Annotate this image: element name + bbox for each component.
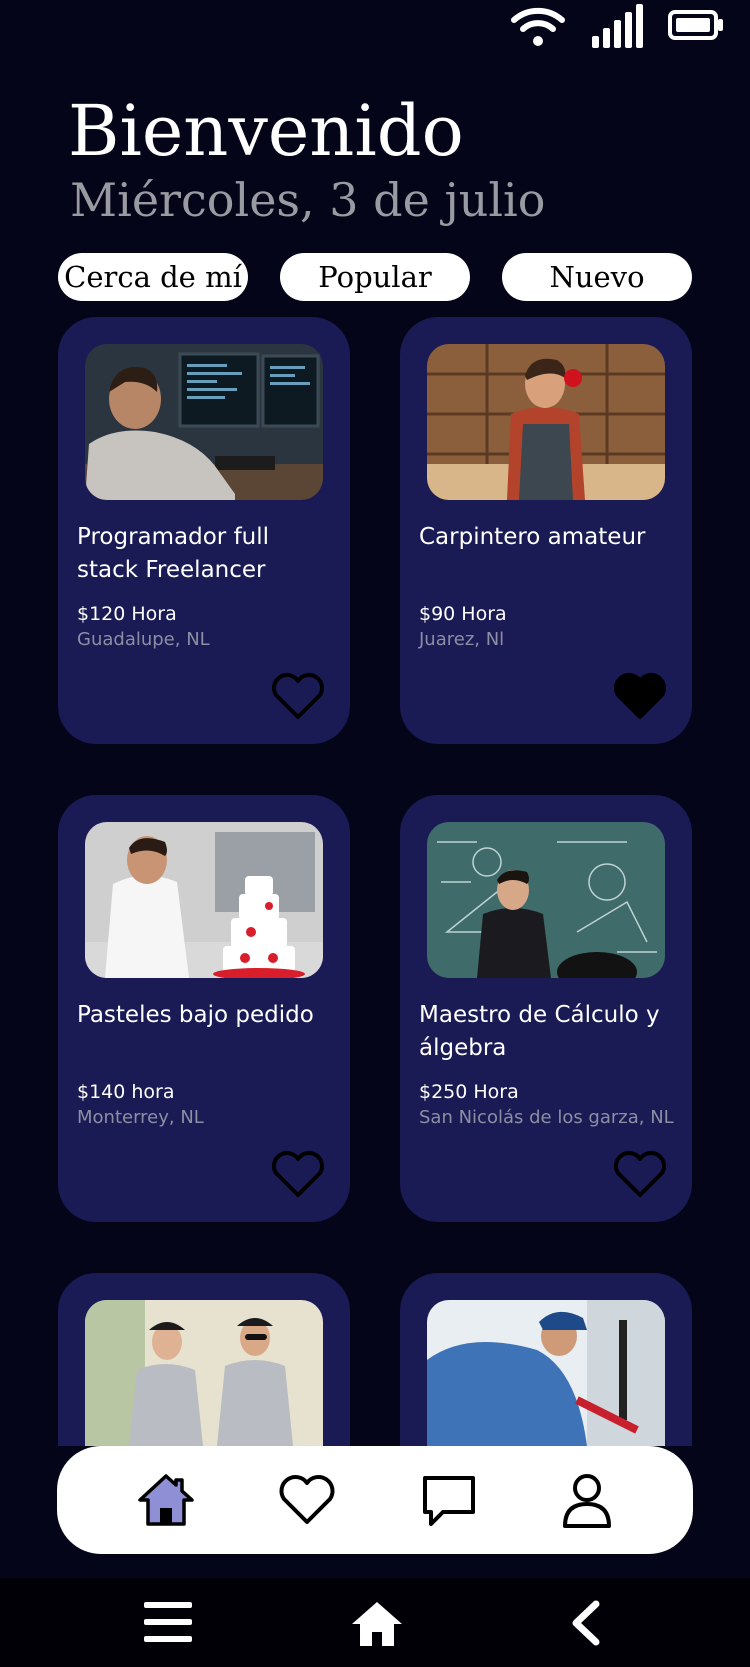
- service-card[interactable]: [400, 1273, 692, 1446]
- service-card[interactable]: [58, 1273, 350, 1446]
- heart-outline-icon[interactable]: [270, 671, 326, 721]
- filter-near-me-button[interactable]: Cerca de mí: [58, 253, 248, 301]
- card-location: Monterrey, NL: [77, 1107, 204, 1128]
- home-icon[interactable]: [350, 1600, 404, 1648]
- heart-filled-icon[interactable]: [612, 671, 668, 721]
- profile-icon[interactable]: [557, 1472, 617, 1528]
- card-price: $140 hora: [77, 1081, 175, 1103]
- service-card[interactable]: Maestro de Cálculo y álgebra $250 Hora S…: [400, 795, 692, 1222]
- home-icon[interactable]: [136, 1472, 196, 1528]
- service-photo: [85, 822, 323, 978]
- bottom-tab-bar: [57, 1446, 693, 1554]
- service-card[interactable]: Pasteles bajo pedido $140 hora Monterrey…: [58, 795, 350, 1222]
- service-photo: [427, 1300, 665, 1446]
- heart-outline-icon[interactable]: [612, 1149, 668, 1199]
- page-title: Bienvenido: [68, 90, 464, 172]
- card-title: Pasteles bajo pedido: [77, 1002, 314, 1028]
- back-icon[interactable]: [570, 1600, 600, 1646]
- system-nav-bar: [0, 1578, 750, 1667]
- chat-icon[interactable]: [419, 1472, 479, 1528]
- card-location: Juarez, Nl: [419, 629, 505, 650]
- service-photo: [427, 344, 665, 500]
- card-location: San Nicolás de los garza, NL: [419, 1107, 674, 1128]
- card-price: $120 Hora: [77, 603, 177, 625]
- status-bar: [0, 0, 750, 60]
- service-card[interactable]: Programador full stack Freelancer $120 H…: [58, 317, 350, 744]
- menu-icon[interactable]: [144, 1600, 192, 1644]
- card-title: Maestro de Cálculo y álgebra: [419, 1002, 660, 1061]
- filter-popular-button[interactable]: Popular: [280, 253, 470, 301]
- battery-icon: [668, 10, 723, 40]
- service-photo: [427, 822, 665, 978]
- date-subtitle: Miércoles, 3 de julio: [70, 173, 546, 227]
- card-title: Programador full stack Freelancer: [77, 524, 270, 583]
- service-card[interactable]: Carpintero amateur $90 Hora Juarez, Nl: [400, 317, 692, 744]
- wifi-icon: [511, 7, 565, 46]
- heart-icon[interactable]: [277, 1472, 337, 1528]
- filter-new-button[interactable]: Nuevo: [502, 253, 692, 301]
- card-title: Carpintero amateur: [419, 524, 646, 550]
- card-price: $250 Hora: [419, 1081, 519, 1103]
- card-price: $90 Hora: [419, 603, 507, 625]
- signal-icon: [592, 4, 643, 48]
- card-location: Guadalupe, NL: [77, 629, 210, 650]
- service-photo: [85, 344, 323, 500]
- service-photo: [85, 1300, 323, 1446]
- heart-outline-icon[interactable]: [270, 1149, 326, 1199]
